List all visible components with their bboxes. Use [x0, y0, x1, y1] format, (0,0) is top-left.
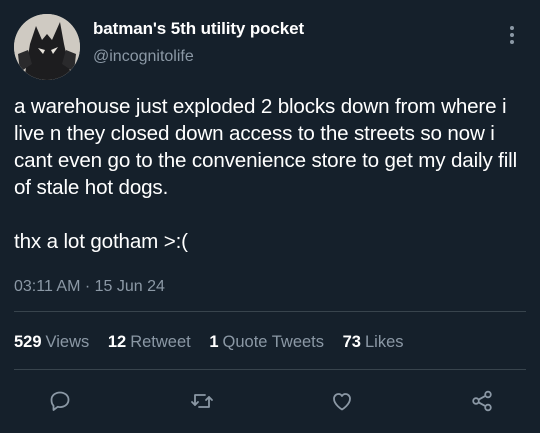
avatar-image [14, 14, 80, 80]
views-count: 529 [14, 333, 42, 351]
likes-label: Likes [364, 333, 404, 351]
tweet-actions [0, 385, 540, 421]
reply-icon[interactable] [44, 385, 76, 417]
more-options-icon[interactable] [506, 26, 518, 50]
tweet-header: batman's 5th utility pocket @incognitoli… [14, 14, 526, 80]
likes-count: 73 [342, 333, 361, 351]
quote-tweets-count: 1 [209, 333, 219, 351]
tweet-timestamp[interactable]: 03:11 AM · 15 Jun 24 [14, 276, 165, 298]
author-info: batman's 5th utility pocket @incognitoli… [93, 18, 304, 68]
likes-stat[interactable]: 73 Likes [343, 331, 404, 353]
views-stat[interactable]: 529 Views [14, 331, 89, 353]
divider [14, 369, 526, 370]
retweets-label: Retweet [130, 333, 191, 351]
retweet-icon[interactable] [186, 385, 218, 417]
views-label: Views [45, 333, 90, 351]
tweet-text: a warehouse just exploded 2 blocks down … [14, 95, 518, 253]
display-name[interactable]: batman's 5th utility pocket [93, 18, 304, 40]
retweets-stat[interactable]: 12 Retweet [108, 331, 191, 353]
handle[interactable]: @incognitolife [93, 46, 304, 68]
like-icon[interactable] [326, 385, 358, 417]
share-icon[interactable] [466, 385, 498, 417]
quote-tweets-stat[interactable]: 1 Quote Tweets [209, 331, 324, 353]
quote-tweets-label: Quote Tweets [222, 333, 325, 351]
avatar[interactable] [14, 14, 80, 80]
divider [14, 311, 526, 312]
retweets-count: 12 [107, 333, 127, 351]
tweet-stats: 529 Views 12 Retweet 1 Quote Tweets 73 Likes [14, 331, 418, 353]
